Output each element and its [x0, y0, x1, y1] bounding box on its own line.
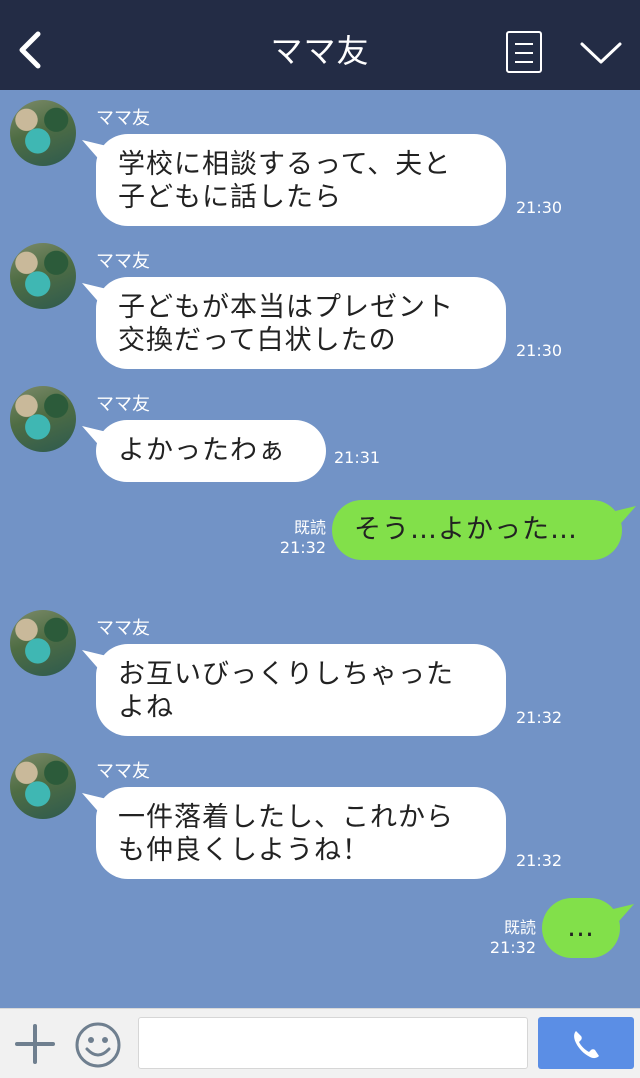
- message-incoming: ママ友 よかったわぁ 21:31: [0, 386, 640, 486]
- message-bubble[interactable]: …: [542, 898, 620, 958]
- smiley-icon[interactable]: [74, 1021, 122, 1069]
- message-line: お互いびっくりしちゃった: [118, 659, 454, 690]
- read-label: 既読: [503, 918, 536, 937]
- chevron-down-icon[interactable]: [578, 36, 624, 68]
- message-incoming: ママ友 お互いびっくりしちゃった よね 21:32: [0, 610, 640, 740]
- message-outgoing: 既読 21:32 そう…よかった…: [0, 498, 640, 564]
- message-line: 学校に相談するって、夫と: [118, 149, 452, 180]
- message-time: 21:32: [489, 938, 536, 957]
- chat-header: ママ友: [0, 0, 640, 90]
- avatar[interactable]: [10, 753, 76, 819]
- message-incoming: ママ友 学校に相談するって、夫と 子どもに話したら 21:30: [0, 100, 640, 230]
- chat-title: ママ友: [270, 32, 370, 70]
- sender-name: ママ友: [96, 618, 150, 639]
- message-line: 交換だって白状したの: [118, 325, 397, 356]
- message-time: 21:30: [516, 198, 563, 217]
- sender-name: ママ友: [96, 761, 150, 782]
- message-bubble[interactable]: 子どもが本当はプレゼント 交換だって白状したの: [96, 277, 506, 369]
- message-line: …: [567, 912, 595, 943]
- plus-icon[interactable]: [14, 1023, 56, 1065]
- message-line: 子どもが本当はプレゼント: [118, 292, 454, 323]
- message-input[interactable]: [138, 1017, 528, 1069]
- message-line: 一件落着したし、これから: [118, 802, 454, 833]
- message-bubble[interactable]: 学校に相談するって、夫と 子どもに話したら: [96, 134, 506, 226]
- read-label: 既読: [293, 518, 326, 537]
- message-bubble[interactable]: 一件落着したし、これから も仲良くしようね！: [96, 787, 506, 879]
- message-line: 子どもに話したら: [118, 182, 342, 213]
- message-incoming: ママ友 子どもが本当はプレゼント 交換だって白状したの 21:30: [0, 243, 640, 373]
- avatar[interactable]: [10, 610, 76, 676]
- sender-name: ママ友: [96, 394, 150, 415]
- message-line: も仲良くしようね！: [118, 835, 370, 866]
- avatar[interactable]: [10, 386, 76, 452]
- message-time: 21:32: [516, 851, 563, 870]
- avatar[interactable]: [10, 100, 76, 166]
- avatar[interactable]: [10, 243, 76, 309]
- sender-name: ママ友: [96, 108, 150, 129]
- message-time: 21:32: [279, 538, 326, 557]
- message-bubble[interactable]: そう…よかった…: [332, 500, 622, 560]
- menu-list-icon[interactable]: [506, 31, 542, 73]
- sender-name: ママ友: [96, 251, 150, 272]
- message-bubble[interactable]: お互いびっくりしちゃった よね: [96, 644, 506, 736]
- message-time: 21:32: [516, 708, 563, 727]
- message-incoming: ママ友 一件落着したし、これから も仲良くしようね！ 21:32: [0, 753, 640, 883]
- read-receipt: 既読 21:32: [480, 918, 536, 958]
- message-time: 21:30: [516, 341, 563, 360]
- message-outgoing: 既読 21:32 …: [0, 896, 640, 962]
- message-line: そう…よかった…: [354, 514, 578, 545]
- message-line: よね: [118, 692, 174, 723]
- composer-bar: [0, 1008, 640, 1078]
- message-line: よかったわぁ: [118, 435, 286, 466]
- message-time: 21:31: [334, 448, 381, 467]
- message-list[interactable]: ママ友 学校に相談するって、夫と 子どもに話したら 21:30 ママ友 子どもが…: [0, 90, 640, 1008]
- message-bubble[interactable]: よかったわぁ: [96, 420, 326, 482]
- phone-icon[interactable]: [538, 1017, 634, 1069]
- read-receipt: 既読 21:32: [270, 518, 326, 558]
